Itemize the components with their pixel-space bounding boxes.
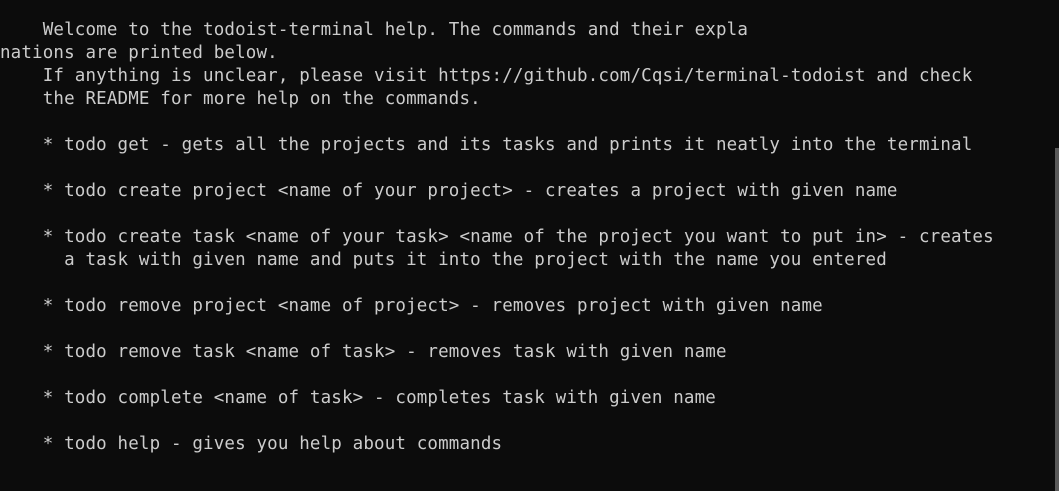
help-info-line-1: If anything is unclear, please visit htt… bbox=[0, 66, 973, 86]
command-remove-project: * todo remove project <name of project> … bbox=[0, 296, 823, 316]
command-get: * todo get - gets all the projects and i… bbox=[0, 135, 973, 155]
command-help: * todo help - gives you help about comma… bbox=[0, 434, 503, 454]
help-info-line-2: the README for more help on the commands… bbox=[0, 89, 481, 109]
command-create-task-cont: a task with given name and puts it into … bbox=[0, 250, 887, 270]
terminal-window[interactable]: Welcome to the todoist-terminal help. Th… bbox=[0, 0, 1059, 491]
command-remove-task: * todo remove task <name of task> - remo… bbox=[0, 342, 727, 362]
help-welcome-line-1: Welcome to the todoist-terminal help. Th… bbox=[0, 20, 749, 40]
help-welcome-line-2: nations are printed below. bbox=[0, 43, 278, 63]
command-create-project: * todo create project <name of your proj… bbox=[0, 181, 898, 201]
command-complete: * todo complete <name of task> - complet… bbox=[0, 388, 716, 408]
scrollbar-track[interactable] bbox=[1055, 0, 1059, 491]
command-create-task: * todo create task <name of your task> <… bbox=[0, 227, 994, 247]
scrollbar-thumb[interactable] bbox=[1055, 148, 1059, 491]
